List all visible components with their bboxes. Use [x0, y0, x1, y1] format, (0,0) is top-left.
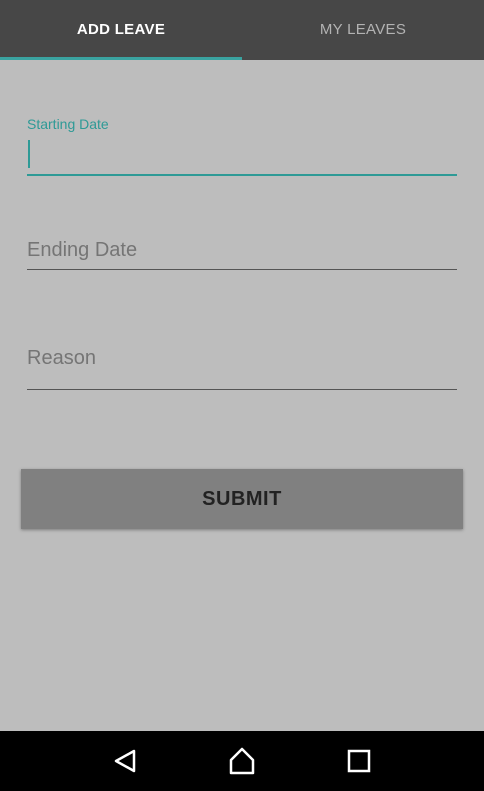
reason-input[interactable] — [27, 342, 457, 374]
system-nav-bar — [0, 731, 484, 791]
ending-date-input[interactable] — [27, 234, 457, 266]
add-leave-form: Starting Date SUBMIT — [0, 60, 484, 731]
tab-bar: ADD LEAVE MY LEAVES — [0, 0, 484, 60]
back-icon — [114, 749, 135, 773]
tab-my-leaves-label: MY LEAVES — [319, 20, 407, 38]
reason-underline — [27, 389, 457, 390]
tab-add-leave-label: ADD LEAVE — [76, 20, 166, 38]
starting-date-input[interactable] — [27, 138, 457, 170]
back-button[interactable] — [95, 731, 155, 791]
tab-my-leaves[interactable]: MY LEAVES — [242, 0, 484, 60]
ending-date-field — [27, 232, 457, 272]
starting-date-underline — [27, 174, 457, 176]
starting-date-field: Starting Date — [27, 116, 457, 178]
reason-field — [27, 340, 457, 392]
recents-button[interactable] — [329, 731, 389, 791]
submit-button[interactable]: SUBMIT — [21, 469, 463, 529]
tab-add-leave[interactable]: ADD LEAVE — [0, 0, 242, 60]
recents-icon — [348, 749, 371, 773]
home-icon — [229, 747, 255, 775]
starting-date-label: Starting Date — [27, 116, 109, 132]
text-cursor — [28, 140, 30, 168]
ending-date-underline — [27, 269, 457, 270]
home-button[interactable] — [212, 731, 272, 791]
